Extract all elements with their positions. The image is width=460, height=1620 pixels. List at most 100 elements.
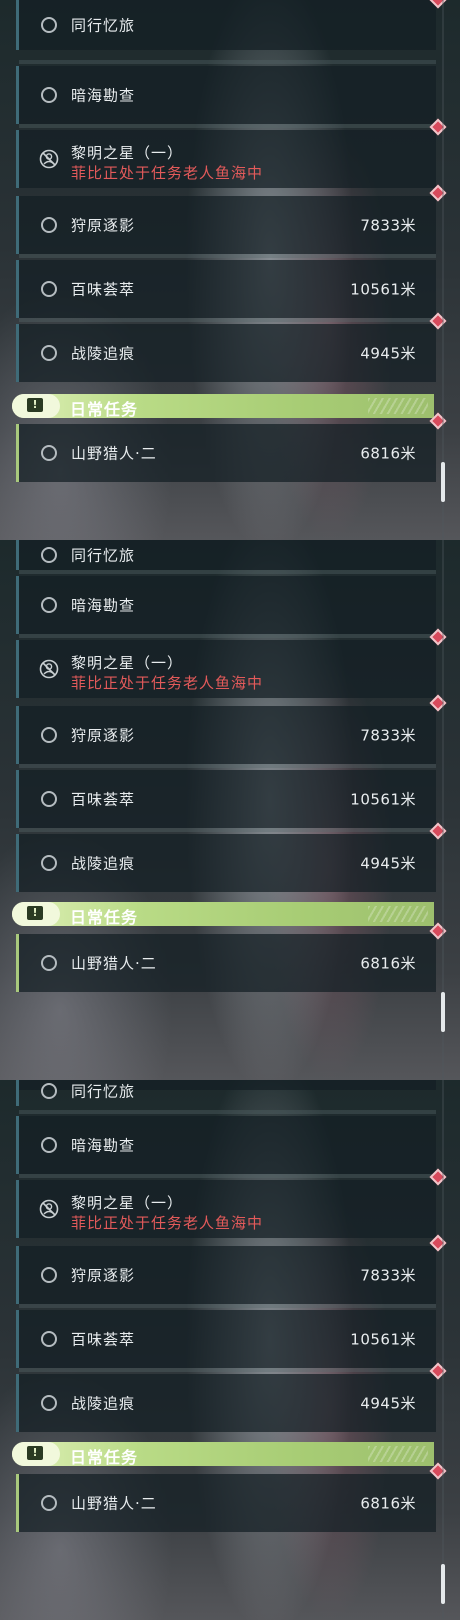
quest-item-tongxing[interactable]: 同行忆旅 (16, 540, 436, 570)
stripes-decoration (368, 1446, 428, 1462)
scrollbar-thumb[interactable] (441, 992, 445, 1032)
scrollbar-thumb[interactable] (441, 1564, 445, 1604)
radio-icon (41, 1331, 57, 1347)
radio-icon (41, 855, 57, 871)
blocked-person-icon (39, 149, 59, 169)
exclamation-icon: ! (27, 398, 43, 412)
quest-status: 菲比正处于任务老人鱼海中 (71, 1214, 264, 1232)
blocked-person-icon (39, 1199, 59, 1219)
quest-distance: 7833米 (360, 726, 416, 745)
quest-title: 狩原逐影 (71, 216, 136, 235)
quest-item-baiwei[interactable]: 百味荟萃 10561米 (16, 764, 436, 828)
quest-list-frame: 同行忆旅 暗海勘查 黎明之星（一） 菲比正处于任务老人鱼海中 狩原逐影 7833… (0, 540, 460, 1080)
quest-title: 黎明之星（一） (71, 144, 184, 162)
quest-title: 山野猎人·二 (71, 1494, 157, 1513)
divider (19, 318, 436, 322)
quest-title: 暗海勘查 (71, 596, 136, 615)
quest-title: 同行忆旅 (71, 546, 136, 565)
radio-icon (41, 17, 57, 33)
quest-title: 百味荟萃 (71, 280, 136, 299)
radio-icon (41, 791, 57, 807)
quest-title: 黎明之星（一） (71, 654, 184, 672)
radio-icon (41, 445, 57, 461)
quest-title: 同行忆旅 (71, 16, 136, 35)
radio-icon (41, 597, 57, 613)
quest-item-zhanling[interactable]: 战陵追痕 4945米 (16, 822, 447, 892)
quest-title: 战陵追痕 (71, 344, 136, 363)
divider (19, 634, 436, 638)
blocked-person-icon (39, 659, 59, 679)
quest-item-shouyuan[interactable]: 狩原逐影 7833米 (16, 694, 447, 764)
quest-title: 狩原逐影 (71, 726, 136, 745)
quest-item-baiwei[interactable]: 百味荟萃 10561米 (16, 254, 436, 318)
divider (19, 124, 436, 128)
quest-item-tongxing[interactable]: 同行忆旅 (16, 1080, 436, 1106)
quest-distance: 4945米 (360, 854, 416, 873)
stripes-decoration (368, 906, 428, 922)
quest-title: 黎明之星（一） (71, 1194, 184, 1212)
quest-title: 山野猎人·二 (71, 954, 157, 973)
daily-quest-item[interactable]: 山野猎人·二 6816米 (16, 922, 447, 992)
exclamation-icon: ! (27, 1446, 43, 1460)
quest-title: 山野猎人·二 (71, 444, 157, 463)
quest-item-liming[interactable]: 黎明之星（一） 菲比正处于任务老人鱼海中 (16, 628, 447, 698)
quest-distance: 6816米 (360, 1494, 416, 1513)
radio-icon (41, 217, 57, 233)
radio-icon (41, 1495, 57, 1511)
radio-icon (41, 345, 57, 361)
quest-distance: 7833米 (360, 216, 416, 235)
quest-item-liming[interactable]: 黎明之星（一） 菲比正处于任务老人鱼海中 (16, 118, 447, 188)
divider (19, 1304, 436, 1308)
quest-status: 菲比正处于任务老人鱼海中 (71, 164, 264, 182)
scrollbar-thumb[interactable] (441, 462, 445, 502)
divider (19, 60, 436, 64)
quest-list-frame: 同行忆旅 暗海勘查 黎明之星（一） 菲比正处于任务老人鱼海中 狩原逐影 7833… (0, 1080, 460, 1620)
quest-item-tongxing[interactable]: 同行忆旅 (16, 0, 447, 50)
divider (19, 1368, 436, 1372)
quest-title: 战陵追痕 (71, 854, 136, 873)
quest-title: 暗海勘查 (71, 86, 136, 105)
quest-distance: 6816米 (360, 444, 416, 463)
section-label: 日常任务 (70, 1448, 139, 1467)
radio-icon (41, 1083, 57, 1099)
quest-title: 百味荟萃 (71, 790, 136, 809)
stripes-decoration (368, 398, 428, 414)
quest-item-shouyuan[interactable]: 狩原逐影 7833米 (16, 184, 447, 254)
quest-item-anhai[interactable]: 暗海勘查 (16, 570, 436, 634)
quest-item-anhai[interactable]: 暗海勘查 (16, 1110, 436, 1174)
radio-icon (41, 547, 57, 563)
scrollbar-track[interactable] (442, 1080, 444, 1620)
radio-icon (41, 727, 57, 743)
divider (19, 764, 436, 768)
quest-distance: 10561米 (350, 1330, 416, 1349)
quest-title: 百味荟萃 (71, 1330, 136, 1349)
quest-distance: 6816米 (360, 954, 416, 973)
quest-status: 菲比正处于任务老人鱼海中 (71, 674, 264, 692)
quest-distance: 7833米 (360, 1266, 416, 1285)
quest-item-anhai[interactable]: 暗海勘查 (16, 60, 436, 124)
quest-distance: 4945米 (360, 344, 416, 363)
quest-distance: 10561米 (350, 790, 416, 809)
radio-icon (41, 955, 57, 971)
daily-quest-item[interactable]: 山野猎人·二 6816米 (16, 412, 447, 482)
radio-icon (41, 281, 57, 297)
daily-quest-header[interactable]: ! 日常任务 (12, 1442, 434, 1467)
radio-icon (41, 1395, 57, 1411)
quest-title: 同行忆旅 (71, 1082, 136, 1101)
radio-icon (41, 1137, 57, 1153)
divider (19, 254, 436, 258)
quest-item-zhanling[interactable]: 战陵追痕 4945米 (16, 312, 447, 382)
quest-item-baiwei[interactable]: 百味荟萃 10561米 (16, 1304, 436, 1368)
quest-item-shouyuan[interactable]: 狩原逐影 7833米 (16, 1234, 447, 1304)
quest-distance: 4945米 (360, 1394, 416, 1413)
quest-item-liming[interactable]: 黎明之星（一） 菲比正处于任务老人鱼海中 (16, 1168, 447, 1238)
scrollbar-track[interactable] (442, 0, 444, 540)
daily-quest-header[interactable]: ! 日常任务 (12, 902, 434, 927)
radio-icon (41, 1267, 57, 1283)
quest-item-zhanling[interactable]: 战陵追痕 4945米 (16, 1362, 447, 1432)
daily-quest-header[interactable]: ! 日常任务 (12, 394, 434, 419)
radio-icon (41, 87, 57, 103)
divider (19, 1110, 436, 1114)
daily-quest-item[interactable]: 山野猎人·二 6816米 (16, 1462, 447, 1532)
quest-title: 战陵追痕 (71, 1394, 136, 1413)
